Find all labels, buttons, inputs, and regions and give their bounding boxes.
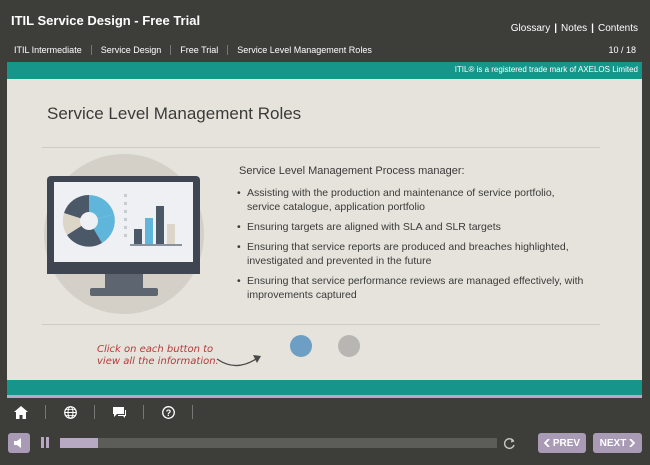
contents-link[interactable]: Contents (598, 23, 638, 34)
link-separator: | (591, 23, 594, 34)
glossary-link[interactable]: Glossary (511, 23, 550, 34)
course-player: ITIL Service Design - Free Trial Glossar… (0, 0, 650, 465)
toolbar-separator (143, 405, 144, 419)
slide-title: Service Level Management Roles (47, 104, 302, 123)
hint-line: view all the information. (97, 356, 219, 367)
info-button-2[interactable] (338, 335, 360, 357)
chat-icon[interactable] (108, 402, 130, 422)
monitor-illustration (42, 154, 210, 314)
pause-bar (41, 437, 44, 448)
toolbar-separator (45, 405, 46, 419)
toolbar-separator (94, 405, 95, 419)
course-title: ITIL Service Design - Free Trial (11, 13, 201, 28)
slide-top-bar: ITIL® is a registered trade mark of AXEL… (7, 62, 642, 79)
chevron-right-icon (629, 439, 636, 447)
hint-line: Click on each button to (97, 344, 214, 355)
globe-icon[interactable] (59, 402, 81, 422)
notes-link[interactable]: Notes (561, 23, 587, 34)
prev-button[interactable]: PREV (538, 433, 586, 453)
svg-text:?: ? (165, 408, 171, 418)
slide-bottom-bar (7, 380, 642, 398)
bottom-toolbar: ? (10, 402, 206, 422)
divider (42, 324, 600, 325)
slide-content: Service Level Management Roles Service L… (7, 79, 642, 380)
divider (42, 147, 600, 148)
trademark-notice: ITIL® is a registered trade mark of AXEL… (454, 65, 638, 74)
bullet-item: Ensuring that service performance review… (237, 274, 587, 302)
instruction-hint: Click on each button to view all the inf… (97, 344, 219, 368)
page-counter: 10 / 18 (608, 45, 636, 55)
bullet-item: Ensuring targets are aligned with SLA an… (237, 220, 587, 234)
progress-fill (60, 438, 99, 448)
bullet-list: Assisting with the production and mainte… (237, 186, 587, 308)
replay-icon[interactable] (503, 437, 516, 450)
next-button[interactable]: NEXT (593, 433, 642, 453)
top-links: Glossary | Notes | Contents (511, 23, 638, 34)
info-button-1[interactable] (290, 335, 312, 357)
pause-bar (46, 437, 49, 448)
next-label: NEXT (599, 437, 627, 449)
breadcrumb: ITIL Intermediate Service Design Free Tr… (14, 45, 381, 55)
bullet-item: Ensuring that service reports are produc… (237, 240, 587, 268)
breadcrumb-item: Service Design (90, 45, 171, 55)
content-heading: Service Level Management Process manager… (239, 165, 465, 177)
breadcrumb-item: Free Trial (170, 45, 227, 55)
bullet-item: Assisting with the production and mainte… (237, 186, 587, 214)
chevron-left-icon (543, 439, 550, 447)
breadcrumb-item: ITIL Intermediate (14, 45, 82, 55)
home-icon[interactable] (10, 402, 32, 422)
volume-button[interactable] (8, 433, 30, 453)
prev-label: PREV (552, 437, 581, 449)
curved-arrow-icon (216, 355, 261, 367)
pause-button[interactable] (41, 437, 51, 449)
breadcrumb-item: Service Level Management Roles (227, 45, 381, 55)
toolbar-separator (192, 405, 193, 419)
speaker-icon (13, 438, 21, 448)
progress-bar[interactable] (60, 438, 497, 448)
help-icon[interactable]: ? (157, 402, 179, 422)
link-separator: | (554, 23, 558, 34)
